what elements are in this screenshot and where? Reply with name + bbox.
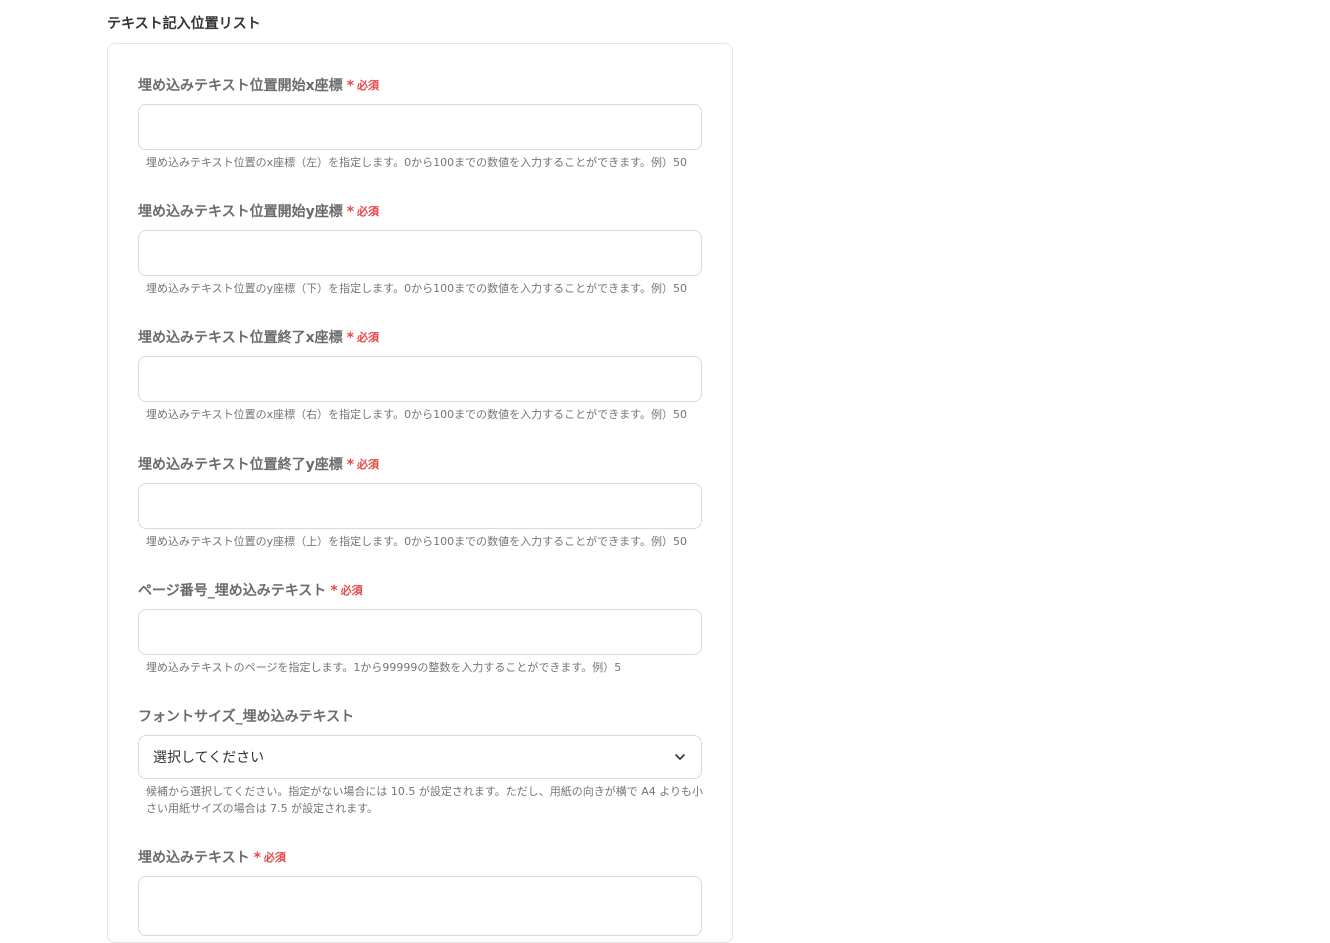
field-end-x: 埋め込みテキスト位置終了x座標 * 必須 埋め込みテキスト位置のx座標（右）を指…	[138, 328, 702, 421]
required-indicator: * 必須	[254, 851, 286, 865]
font-size-select[interactable]: 選択してください	[138, 735, 702, 779]
end-y-input[interactable]	[138, 483, 702, 529]
field-start-x: 埋め込みテキスト位置開始x座標 * 必須 埋め込みテキスト位置のx座標（左）を指…	[138, 76, 702, 169]
required-star-icon: *	[330, 583, 338, 599]
field-label: ページ番号_埋め込みテキスト	[138, 583, 327, 599]
required-indicator: * 必須	[347, 205, 379, 219]
start-y-input[interactable]	[138, 230, 702, 276]
field-end-y: 埋め込みテキスト位置終了y座標 * 必須 埋め込みテキスト位置のy座標（上）を指…	[138, 455, 702, 548]
required-indicator: * 必須	[330, 584, 362, 598]
required-label: 必須	[356, 79, 379, 92]
field-label: 埋め込みテキスト	[138, 850, 250, 866]
field-help: 候補から選択してください。指定がない場合には 10.5 が設定されます。ただし、…	[146, 785, 704, 815]
field-help: 埋め込みテキスト位置のx座標（左）を指定します。0から100までの数値を入力する…	[146, 156, 687, 169]
required-star-icon: *	[346, 204, 355, 220]
field-label: 埋め込みテキスト位置開始y座標	[138, 204, 343, 220]
text-position-panel: 埋め込みテキスト位置開始x座標 * 必須 埋め込みテキスト位置のx座標（左）を指…	[107, 43, 733, 943]
field-help: 埋め込みテキスト位置のx座標（右）を指定します。0から100までの数値を入力する…	[146, 408, 687, 421]
page-number-input[interactable]	[138, 609, 702, 655]
field-embed-text: 埋め込みテキスト * 必須	[138, 848, 702, 936]
required-label: 必須	[356, 331, 379, 344]
required-indicator: * 必須	[347, 331, 379, 345]
required-label: 必須	[357, 205, 380, 218]
chevron-down-icon	[675, 754, 685, 760]
required-star-icon: *	[346, 330, 354, 346]
required-star-icon: *	[253, 850, 261, 866]
start-x-input[interactable]	[138, 104, 702, 150]
field-page-number: ページ番号_埋め込みテキスト * 必須 埋め込みテキストのページを指定します。1…	[138, 581, 702, 674]
field-label: フォントサイズ_埋め込みテキスト	[138, 709, 355, 725]
field-help: 埋め込みテキスト位置のy座標（下）を指定します。0から100までの数値を入力する…	[146, 282, 687, 295]
end-x-input[interactable]	[138, 356, 702, 402]
required-indicator: * 必須	[347, 79, 379, 93]
field-label: 埋め込みテキスト位置終了x座標	[138, 330, 343, 346]
select-value: 選択してください	[153, 750, 265, 766]
required-label: 必須	[340, 584, 363, 597]
field-font-size: フォントサイズ_埋め込みテキスト 選択してください 候補から選択してください。指…	[138, 707, 703, 815]
field-label: 埋め込みテキスト位置開始x座標	[138, 78, 343, 94]
required-indicator: * 必須	[347, 458, 379, 472]
required-label: 必須	[357, 458, 380, 471]
field-help: 埋め込みテキスト位置のy座標（上）を指定します。0から100までの数値を入力する…	[146, 535, 687, 548]
section-title: テキスト記入位置リスト	[107, 16, 261, 32]
required-label: 必須	[263, 851, 286, 864]
embed-text-input[interactable]	[138, 876, 702, 936]
required-star-icon: *	[346, 78, 354, 94]
required-star-icon: *	[346, 457, 355, 473]
field-label: 埋め込みテキスト位置終了y座標	[138, 457, 343, 473]
field-help: 埋め込みテキストのページを指定します。1から99999の整数を入力することができ…	[146, 661, 622, 674]
field-start-y: 埋め込みテキスト位置開始y座標 * 必須 埋め込みテキスト位置のy座標（下）を指…	[138, 202, 702, 295]
